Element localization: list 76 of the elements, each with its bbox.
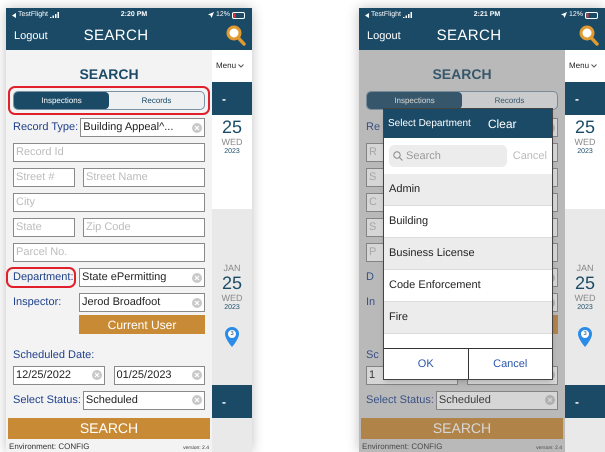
clear-icon[interactable]	[545, 395, 555, 405]
environment-text: Environment: CONFIG	[9, 440, 90, 452]
date-month: JAN	[576, 263, 594, 273]
input-field[interactable]: Scheduled	[82, 390, 205, 410]
field-label: Inspector:	[13, 295, 62, 310]
field-label: Record Type:	[13, 120, 78, 136]
date-day: 25	[222, 273, 242, 293]
field-label: In	[366, 295, 376, 310]
date-day: 25	[574, 117, 596, 137]
signal-icon	[50, 12, 60, 18]
search-heading: SEARCH	[432, 65, 492, 84]
logout-button[interactable]: Logout	[367, 28, 401, 44]
menu-label[interactable]: Menu	[216, 60, 236, 72]
clear-icon[interactable]	[92, 370, 102, 380]
clear-icon[interactable]	[192, 370, 202, 380]
search-icon	[393, 151, 403, 161]
department-option[interactable]: Admin	[384, 174, 552, 206]
search-heading: SEARCH	[79, 65, 139, 84]
back-icon	[12, 12, 16, 18]
field-label: Select Status:	[13, 392, 81, 408]
screen-title: SEARCH	[84, 26, 148, 46]
location-icon	[560, 12, 567, 18]
menu-label[interactable]: Menu	[569, 60, 590, 72]
signal-icon	[402, 12, 413, 18]
location-icon	[208, 12, 214, 18]
department-option[interactable]: Code Enforcement	[384, 270, 552, 302]
search-icon[interactable]	[579, 25, 599, 46]
tab[interactable]: Records	[109, 92, 204, 109]
section-label: Sc	[366, 348, 379, 363]
chevron-down-icon[interactable]	[238, 64, 244, 68]
department-option[interactable]: Fire	[384, 302, 552, 334]
input-field[interactable]: 12/25/2022	[13, 366, 104, 384]
search-icon[interactable]	[226, 25, 246, 46]
department-option[interactable]: Building	[384, 206, 552, 238]
clear-icon[interactable]	[192, 395, 202, 405]
field-label: Department:	[8, 269, 74, 286]
clear-icon[interactable]	[192, 272, 202, 282]
environment-text: Environment: CONFIG	[362, 440, 442, 452]
chevron-down-icon[interactable]	[591, 64, 598, 68]
clear-button[interactable]: Clear	[488, 114, 517, 132]
date-weekday: WED	[574, 293, 596, 303]
date-day: 25	[222, 117, 242, 137]
schedule-bar: -	[212, 385, 252, 418]
cancel-button[interactable]: Cancel	[468, 349, 552, 379]
map-pin-icon[interactable]	[578, 327, 592, 347]
input-field[interactable]: 01/25/2023	[114, 366, 205, 384]
field-label: Re	[366, 120, 380, 136]
clear-icon[interactable]	[192, 298, 202, 308]
dialog-title: Select Department	[388, 117, 471, 131]
tab[interactable]: Inspections	[14, 92, 109, 109]
tab[interactable]: Inspections	[367, 92, 462, 109]
screen-title: SEARCH	[436, 26, 502, 46]
input-field[interactable]: Jerod Broadfoot	[79, 293, 205, 312]
ok-button[interactable]: OK	[384, 349, 468, 379]
input-field[interactable]: State ePermitting	[79, 268, 205, 287]
tab[interactable]: Records	[462, 92, 557, 109]
input-field[interactable]: Scheduled	[436, 390, 558, 410]
battery-icon	[585, 12, 599, 18]
schedule-bar: -	[212, 82, 252, 115]
department-option[interactable]: Business License	[384, 238, 552, 270]
date-month: JAN	[223, 263, 240, 273]
field-label: D	[366, 270, 374, 286]
clear-icon[interactable]	[192, 122, 202, 132]
date-weekday: WED	[222, 137, 242, 147]
date-day: 25	[574, 273, 596, 293]
battery-icon	[232, 12, 246, 18]
schedule-bar: -	[565, 82, 605, 115]
schedule-bar: -	[565, 385, 605, 418]
date-weekday: WED	[574, 137, 596, 147]
input-field[interactable]: Building Appeal^...	[80, 118, 205, 137]
logout-button[interactable]: Logout	[14, 28, 48, 44]
date-weekday: WED	[222, 293, 242, 303]
field-label: Select Status:	[366, 392, 434, 408]
section-label: Scheduled Date:	[13, 348, 94, 363]
back-icon	[365, 12, 369, 18]
map-pin-icon[interactable]	[225, 327, 239, 347]
